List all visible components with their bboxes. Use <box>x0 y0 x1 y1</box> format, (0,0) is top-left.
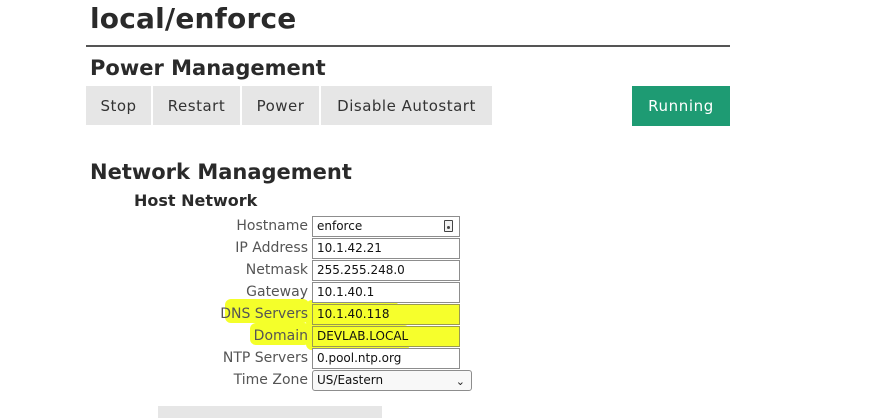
netmask-label: Netmask <box>245 262 308 278</box>
stop-button[interactable]: Stop <box>86 86 151 125</box>
netmask-field[interactable]: 255.255.248.0 <box>312 260 460 281</box>
domain-field[interactable]: DEVLAB.LOCAL <box>312 326 460 347</box>
dns-servers-row: DNS Servers 10.1.40.118 <box>0 304 880 326</box>
password-manager-icon[interactable] <box>444 220 453 232</box>
hostname-field[interactable]: enforce <box>312 216 460 237</box>
gateway-field[interactable]: 10.1.40.1 <box>312 282 460 303</box>
domain-row: Domain DEVLAB.LOCAL <box>0 326 880 348</box>
ntp-servers-field[interactable]: 0.pool.ntp.org <box>312 348 460 369</box>
ntp-servers-row: NTP Servers 0.pool.ntp.org <box>0 348 880 370</box>
vm-settings-page: local/enforce Power Management Stop Rest… <box>0 0 880 418</box>
chevron-down-icon: ⌄ <box>455 375 465 388</box>
host-network-heading: Host Network <box>134 191 258 210</box>
hostname-row: Hostname enforce <box>0 216 880 238</box>
dns-servers-field[interactable]: 10.1.40.118 <box>312 304 460 325</box>
hostname-value: enforce <box>317 219 363 233</box>
page-title: local/enforce <box>90 2 297 35</box>
domain-label: Domain <box>253 328 308 344</box>
time-zone-label: Time Zone <box>233 372 308 388</box>
time-zone-row: Time Zone US/Eastern ⌄ <box>0 370 880 392</box>
ntp-servers-label: NTP Servers <box>222 350 308 366</box>
apply-button[interactable] <box>158 406 382 418</box>
power-button[interactable]: Power <box>242 86 319 125</box>
running-status-button[interactable]: Running <box>632 86 730 126</box>
hostname-label: Hostname <box>236 218 308 234</box>
ip-address-field[interactable]: 10.1.42.21 <box>312 238 460 259</box>
ip-address-row: IP Address 10.1.42.21 <box>0 238 880 260</box>
time-zone-value: US/Eastern <box>317 373 384 387</box>
gateway-row: Gateway 10.1.40.1 <box>0 282 880 304</box>
time-zone-select[interactable]: US/Eastern ⌄ <box>312 370 472 391</box>
restart-button[interactable]: Restart <box>153 86 240 125</box>
dns-servers-label: DNS Servers <box>220 306 308 322</box>
ip-address-label: IP Address <box>235 240 308 256</box>
title-divider <box>86 45 730 47</box>
gateway-label: Gateway <box>246 284 308 300</box>
disable-autostart-button[interactable]: Disable Autostart <box>321 86 492 125</box>
network-management-heading: Network Management <box>90 160 352 184</box>
power-button-bar: Stop Restart Power Disable Autostart <box>86 86 492 125</box>
power-management-heading: Power Management <box>90 56 326 80</box>
netmask-row: Netmask 255.255.248.0 <box>0 260 880 282</box>
